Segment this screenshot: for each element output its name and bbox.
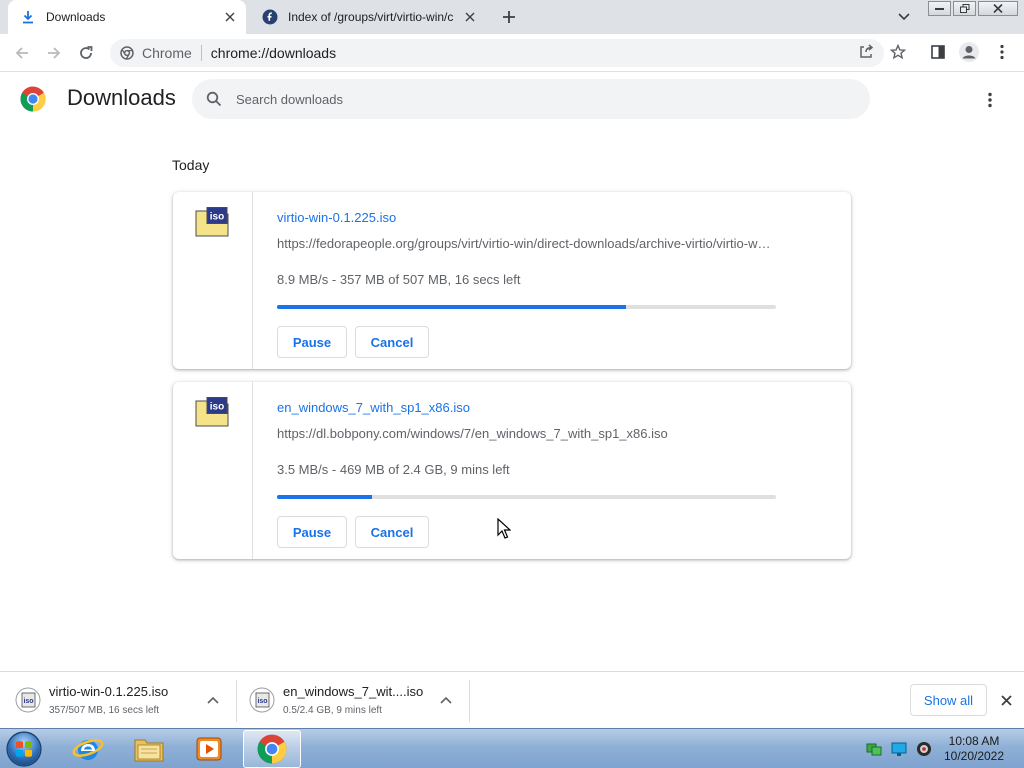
source-url[interactable]: https://fedorapeople.org/groups/virt/vir…	[277, 236, 773, 251]
tab-index-of-groups[interactable]: Index of /groups/virt/virtio-win/c	[250, 0, 486, 34]
clock-time: 10:08 AM	[948, 734, 1000, 748]
windows-taskbar: 10:08 AM 10/20/2022	[0, 728, 1024, 768]
media-player-taskbar-icon[interactable]	[180, 730, 238, 768]
shelf-file-name: virtio-win-0.1.225.iso	[49, 684, 169, 699]
file-name-link[interactable]: virtio-win-0.1.225.iso	[277, 210, 396, 225]
download-icon	[20, 9, 36, 25]
show-all-button[interactable]: Show all	[910, 684, 987, 716]
source-url[interactable]: https://dl.bobpony.com/windows/7/en_wind…	[277, 426, 773, 441]
file-icon-column: iso	[173, 192, 253, 369]
tab-title: Index of /groups/virt/virtio-win/c	[288, 10, 454, 24]
chrome-taskbar-icon[interactable]	[243, 730, 301, 768]
chrome-chip-icon	[119, 45, 135, 61]
shelf-item[interactable]: iso en_windows_7_wit....iso 0.5/2.4 GB, …	[234, 672, 470, 728]
search-icon	[204, 89, 224, 109]
reload-button[interactable]	[72, 39, 100, 67]
search-input[interactable]	[236, 91, 836, 107]
svg-text:iso: iso	[210, 212, 224, 223]
search-downloads-bar[interactable]	[192, 79, 870, 119]
side-panel-icon[interactable]	[926, 40, 950, 64]
chrome-menu-icon[interactable]	[990, 40, 1014, 64]
internet-explorer-taskbar-icon[interactable]	[59, 730, 117, 768]
volume-tray-icon[interactable]	[916, 741, 932, 757]
close-shelf-icon[interactable]	[996, 690, 1016, 710]
cancel-button[interactable]: Cancel	[355, 326, 429, 358]
svg-text:iso: iso	[23, 698, 33, 705]
file-icon-column: iso	[173, 382, 253, 559]
shelf-file-status: 0.5/2.4 GB, 9 mins left	[283, 705, 382, 716]
progress-bar	[277, 495, 776, 499]
clock-date: 10/20/2022	[943, 749, 1005, 763]
file-explorer-taskbar-icon[interactable]	[120, 730, 178, 768]
date-group-label: Today	[172, 157, 210, 173]
system-clock[interactable]: 10:08 AM 10/20/2022	[940, 734, 1008, 764]
cancel-button[interactable]: Cancel	[355, 516, 429, 548]
iso-file-icon: iso	[249, 687, 275, 713]
tab-title: Downloads	[46, 10, 106, 24]
shelf-divider	[469, 680, 470, 722]
browser-toolbar: Chrome chrome://downloads	[0, 34, 1024, 72]
close-tab-icon[interactable]	[460, 7, 480, 27]
download-item: iso virtio-win-0.1.225.iso https://fedor…	[173, 192, 851, 369]
file-name-link[interactable]: en_windows_7_with_sp1_x86.iso	[277, 400, 470, 415]
iso-file-icon: iso	[15, 687, 41, 713]
progress-fill	[277, 495, 372, 499]
close-tab-icon[interactable]	[220, 7, 240, 27]
tab-downloads[interactable]: Downloads	[8, 0, 246, 34]
network-tray-icon[interactable]	[866, 741, 882, 757]
more-actions-icon[interactable]	[978, 88, 1002, 112]
progress-fill	[277, 305, 627, 309]
new-tab-button[interactable]	[498, 6, 520, 28]
pause-button[interactable]: Pause	[277, 326, 347, 358]
shelf-file-status: 357/507 MB, 16 secs left	[49, 705, 160, 716]
close-window-button[interactable]	[978, 1, 1018, 16]
iso-file-icon: iso	[195, 397, 229, 427]
omnibox-separator	[200, 45, 202, 61]
display-tray-icon[interactable]	[891, 741, 907, 757]
download-shelf: iso virtio-win-0.1.225.iso 357/507 MB, 1…	[0, 671, 1024, 728]
pause-button[interactable]: Pause	[277, 516, 347, 548]
profile-avatar-icon[interactable]	[957, 40, 981, 64]
download-status: 3.5 MB/s - 469 MB of 2.4 GB, 9 mins left	[277, 462, 510, 477]
mouse-cursor-icon	[497, 518, 511, 539]
restore-window-button[interactable]	[953, 1, 976, 16]
svg-text:iso: iso	[257, 698, 267, 705]
chrome-logo-icon	[20, 86, 46, 112]
back-button[interactable]	[8, 39, 36, 67]
url-text: chrome://downloads	[210, 45, 337, 61]
start-button[interactable]	[4, 730, 44, 768]
share-icon[interactable]	[854, 40, 878, 64]
page-title: Downloads	[67, 85, 176, 110]
chrome-chip-label: Chrome	[142, 45, 192, 61]
svg-text:iso: iso	[210, 402, 224, 413]
chevron-up-icon[interactable]	[203, 690, 223, 710]
iso-file-icon: iso	[195, 207, 229, 237]
downloads-header: Downloads	[0, 72, 1024, 128]
progress-bar	[277, 305, 776, 309]
shelf-file-name: en_windows_7_wit....iso	[283, 684, 424, 699]
tab-strip: Downloads Index of /groups/virt/virtio-w…	[0, 0, 1024, 34]
download-status: 8.9 MB/s - 357 MB of 507 MB, 16 secs lef…	[277, 272, 521, 287]
forward-button[interactable]	[40, 39, 68, 67]
shelf-item[interactable]: iso virtio-win-0.1.225.iso 357/507 MB, 1…	[0, 672, 236, 728]
minimize-window-button[interactable]	[928, 1, 951, 16]
tab-search-chevron-icon[interactable]	[894, 7, 914, 27]
address-bar[interactable]: Chrome chrome://downloads	[110, 39, 884, 67]
bookmark-star-icon[interactable]	[886, 40, 910, 64]
download-item: iso en_windows_7_with_sp1_x86.iso https:…	[173, 382, 851, 559]
fedora-icon	[262, 9, 278, 25]
chevron-up-icon[interactable]	[436, 690, 456, 710]
